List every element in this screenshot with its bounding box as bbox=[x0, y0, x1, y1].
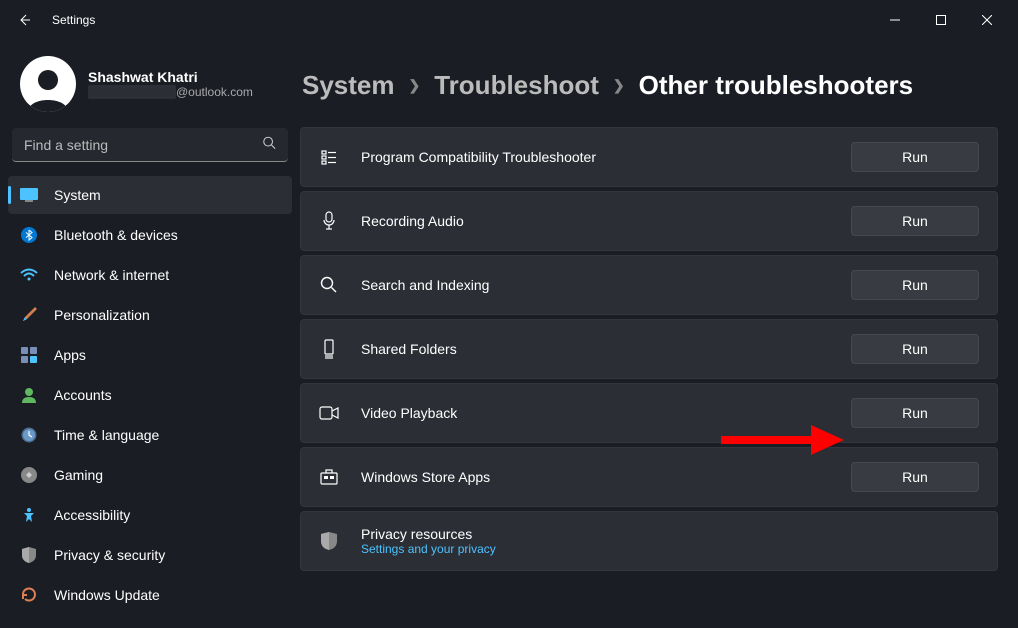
nav-list: System Bluetooth & devices Network & int… bbox=[8, 176, 292, 628]
nav-label: Bluetooth & devices bbox=[54, 227, 178, 243]
apps-icon bbox=[20, 346, 38, 364]
troubleshooter-label: Windows Store Apps bbox=[361, 469, 829, 485]
minimize-icon bbox=[890, 15, 900, 25]
search-input[interactable] bbox=[12, 128, 288, 162]
troubleshooter-label: Recording Audio bbox=[361, 213, 829, 229]
troubleshooter-label: Video Playback bbox=[361, 405, 829, 421]
sidebar: Shashwat Khatri xxxxxxxxxxxx@outlook.com… bbox=[0, 40, 300, 628]
wifi-icon bbox=[20, 266, 38, 284]
maximize-button[interactable] bbox=[918, 4, 964, 36]
nav-item-apps[interactable]: Apps bbox=[8, 336, 292, 374]
minimize-button[interactable] bbox=[872, 4, 918, 36]
nav-label: Personalization bbox=[54, 307, 150, 323]
avatar bbox=[20, 56, 76, 112]
troubleshooter-recording-audio: Recording Audio Run bbox=[300, 191, 998, 251]
crumb-system[interactable]: System bbox=[302, 70, 395, 101]
nav-item-privacy[interactable]: Privacy & security bbox=[8, 536, 292, 574]
app-title: Settings bbox=[52, 13, 95, 27]
nav-item-time[interactable]: Time & language bbox=[8, 416, 292, 454]
account-icon bbox=[20, 386, 38, 404]
privacy-title: Privacy resources bbox=[361, 526, 979, 542]
nav-item-personalization[interactable]: Personalization bbox=[8, 296, 292, 334]
troubleshooter-search-indexing: Search and Indexing Run bbox=[300, 255, 998, 315]
crumb-troubleshoot[interactable]: Troubleshoot bbox=[434, 70, 599, 101]
run-button[interactable]: Run bbox=[851, 462, 979, 492]
search-icon bbox=[319, 276, 339, 294]
store-icon bbox=[319, 469, 339, 485]
update-icon bbox=[20, 586, 38, 604]
nav-item-system[interactable]: System bbox=[8, 176, 292, 214]
profile-email: xxxxxxxxxxxx@outlook.com bbox=[88, 85, 253, 99]
profile-section[interactable]: Shashwat Khatri xxxxxxxxxxxx@outlook.com bbox=[8, 50, 292, 128]
main-content: System ❯ Troubleshoot ❯ Other troublesho… bbox=[300, 40, 1018, 628]
search-icon bbox=[262, 136, 276, 155]
nav-label: Time & language bbox=[54, 427, 159, 443]
breadcrumb: System ❯ Troubleshoot ❯ Other troublesho… bbox=[300, 70, 998, 101]
nav-label: Privacy & security bbox=[54, 547, 165, 563]
compat-icon bbox=[319, 148, 339, 166]
nav-label: System bbox=[54, 187, 101, 203]
gaming-icon bbox=[20, 466, 38, 484]
folder-icon bbox=[319, 339, 339, 359]
profile-name: Shashwat Khatri bbox=[88, 69, 253, 85]
maximize-icon bbox=[936, 15, 946, 25]
nav-label: Windows Update bbox=[54, 587, 160, 603]
accessibility-icon bbox=[20, 506, 38, 524]
run-button[interactable]: Run bbox=[851, 206, 979, 236]
nav-item-accessibility[interactable]: Accessibility bbox=[8, 496, 292, 534]
troubleshooter-label: Shared Folders bbox=[361, 341, 829, 357]
nav-item-network[interactable]: Network & internet bbox=[8, 256, 292, 294]
brush-icon bbox=[20, 306, 38, 324]
privacy-resources-card[interactable]: Privacy resources Settings and your priv… bbox=[300, 511, 998, 571]
search-container bbox=[12, 128, 288, 162]
clock-icon bbox=[20, 426, 38, 444]
nav-label: Apps bbox=[54, 347, 86, 363]
troubleshooter-label: Search and Indexing bbox=[361, 277, 829, 293]
troubleshooter-shared-folders: Shared Folders Run bbox=[300, 319, 998, 379]
back-arrow-icon bbox=[16, 12, 32, 28]
run-button[interactable]: Run bbox=[851, 270, 979, 300]
nav-label: Accounts bbox=[54, 387, 112, 403]
run-button[interactable]: Run bbox=[851, 142, 979, 172]
nav-item-accounts[interactable]: Accounts bbox=[8, 376, 292, 414]
troubleshooter-video-playback: Video Playback Run bbox=[300, 383, 998, 443]
shield-icon bbox=[319, 532, 339, 550]
close-button[interactable] bbox=[964, 4, 1010, 36]
troubleshooter-label: Program Compatibility Troubleshooter bbox=[361, 149, 829, 165]
nav-label: Gaming bbox=[54, 467, 103, 483]
chevron-right-icon: ❯ bbox=[409, 77, 421, 94]
back-button[interactable] bbox=[8, 4, 40, 36]
crumb-current: Other troubleshooters bbox=[639, 70, 913, 101]
chevron-right-icon: ❯ bbox=[613, 77, 625, 94]
mic-icon bbox=[319, 211, 339, 231]
nav-label: Accessibility bbox=[54, 507, 130, 523]
nav-label: Network & internet bbox=[54, 267, 169, 283]
run-button[interactable]: Run bbox=[851, 398, 979, 428]
bluetooth-icon bbox=[20, 226, 38, 244]
shield-icon bbox=[20, 546, 38, 564]
nav-item-update[interactable]: Windows Update bbox=[8, 576, 292, 614]
system-icon bbox=[20, 186, 38, 204]
window-controls bbox=[872, 4, 1010, 36]
privacy-link[interactable]: Settings and your privacy bbox=[361, 542, 979, 556]
video-icon bbox=[319, 406, 339, 420]
titlebar: Settings bbox=[0, 0, 1018, 40]
troubleshooter-windows-store: Windows Store Apps Run bbox=[300, 447, 998, 507]
troubleshooter-program-compat: Program Compatibility Troubleshooter Run bbox=[300, 127, 998, 187]
close-icon bbox=[982, 15, 992, 25]
run-button[interactable]: Run bbox=[851, 334, 979, 364]
nav-item-bluetooth[interactable]: Bluetooth & devices bbox=[8, 216, 292, 254]
nav-item-gaming[interactable]: Gaming bbox=[8, 456, 292, 494]
